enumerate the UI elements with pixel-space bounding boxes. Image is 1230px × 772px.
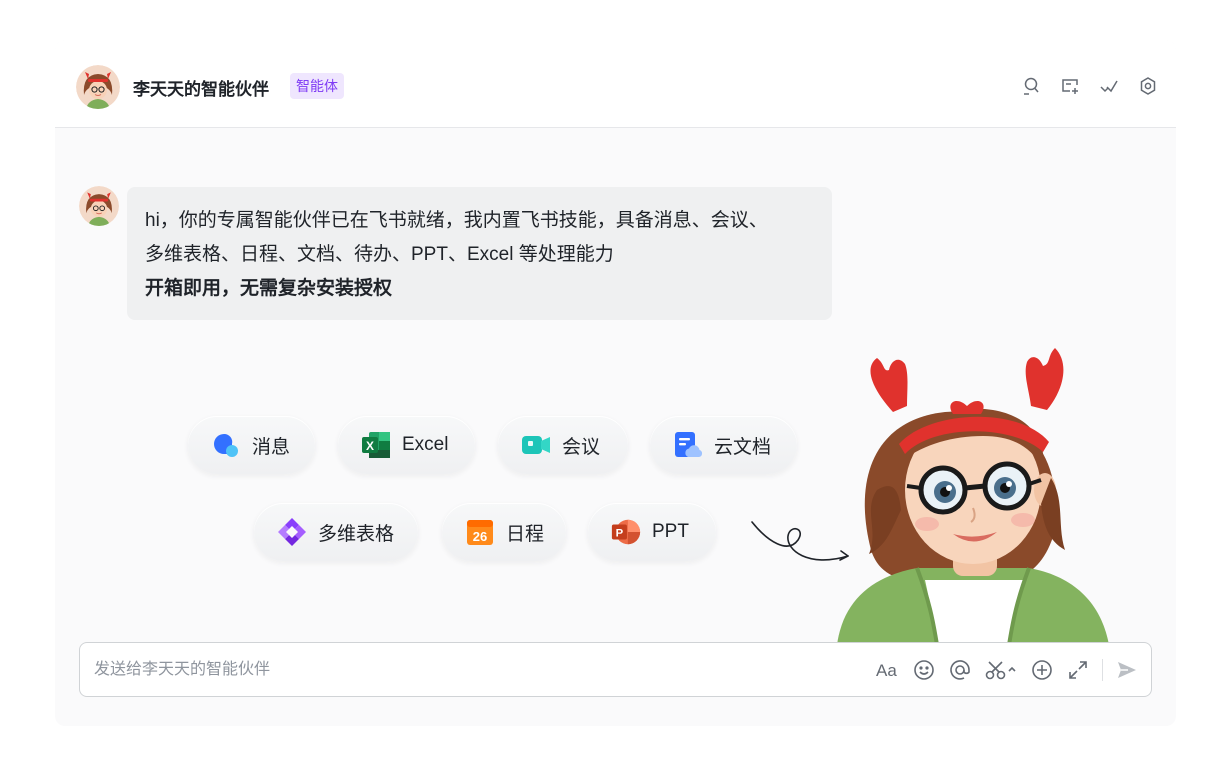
cloud-doc-icon	[672, 429, 704, 461]
page-title: 李天天的智能伙伴	[133, 80, 269, 99]
expand-icon[interactable]	[1066, 658, 1090, 682]
skill-label: 云文档	[714, 436, 772, 458]
message-icon	[210, 429, 242, 461]
calendar-icon: 26	[464, 516, 496, 548]
skill-chip-ppt[interactable]: P PPT	[588, 503, 716, 561]
ppt-icon: P	[610, 516, 642, 548]
text-format-icon[interactable]: Aa	[876, 658, 900, 682]
checklist-icon[interactable]	[1098, 75, 1119, 96]
skill-label: 消息	[252, 436, 291, 458]
skill-label: Excel	[402, 434, 449, 455]
add-icon[interactable]	[1030, 658, 1054, 682]
skill-chip-cloud-doc[interactable]: 云文档	[650, 416, 797, 474]
avatar[interactable]	[76, 65, 120, 109]
meeting-icon	[520, 429, 552, 461]
composer-toolbar: Aa	[864, 658, 1139, 682]
skill-chip-base[interactable]: 多维表格	[254, 503, 418, 561]
message-line: hi，你的专属智能伙伴已在飞书就绪，我内置飞书技能，具备消息、会议、	[145, 210, 768, 231]
bot-avatar[interactable]	[79, 186, 119, 226]
ppt-letter: P	[616, 528, 624, 540]
search-user-icon[interactable]	[1020, 75, 1041, 96]
message-input[interactable]	[94, 657, 854, 683]
toolbar-divider	[1102, 659, 1103, 681]
header-actions	[1020, 75, 1158, 96]
mascot-illustration	[837, 348, 1109, 645]
skill-chip-calendar[interactable]: 26 日程	[442, 503, 566, 561]
skill-label: 会议	[562, 436, 601, 458]
message-highlight: 开箱即用，无需复杂安装授权	[145, 278, 393, 299]
message-bubble: hi，你的专属智能伙伴已在飞书就绪，我内置飞书技能，具备消息、会议、 多维表格、…	[127, 187, 832, 320]
skill-label: 日程	[506, 523, 545, 545]
text-format-label: Aa	[876, 661, 897, 680]
message-composer: Aa	[79, 642, 1152, 697]
emoji-icon[interactable]	[912, 658, 936, 682]
skill-chip-meeting[interactable]: 会议	[498, 416, 628, 474]
chat-window: 李天天的智能伙伴 智能体 hi，你的专属智能伙伴已在飞书就绪，我内置飞书技能，具…	[55, 40, 1176, 726]
skill-chip-message[interactable]: 消息	[188, 416, 315, 474]
message-line: 多维表格、日程、文档、待办、PPT、Excel 等处理能力	[145, 244, 614, 265]
skill-label: PPT	[652, 521, 689, 542]
calendar-day: 26	[473, 529, 487, 544]
new-topic-icon[interactable]	[1059, 75, 1080, 96]
excel-letter: X	[366, 439, 374, 453]
skill-chip-excel[interactable]: X Excel	[338, 416, 475, 474]
base-icon	[276, 516, 308, 548]
mention-icon[interactable]	[948, 658, 972, 682]
scissors-icon[interactable]	[984, 658, 1018, 682]
settings-icon[interactable]	[1137, 75, 1158, 96]
send-icon[interactable]	[1115, 658, 1139, 682]
skill-label: 多维表格	[318, 523, 395, 545]
excel-icon: X	[360, 429, 392, 461]
chat-header: 李天天的智能伙伴 智能体	[55, 40, 1176, 128]
agent-badge: 智能体	[290, 73, 344, 99]
